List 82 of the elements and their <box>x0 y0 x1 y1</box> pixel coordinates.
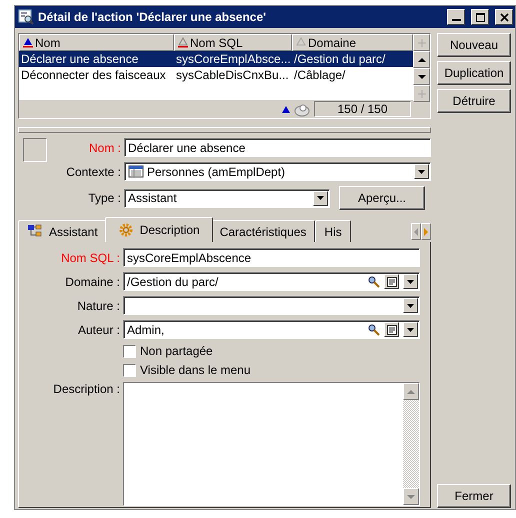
combo-field[interactable] <box>123 296 420 315</box>
caret-icon <box>317 196 324 200</box>
field-label: Contexte : <box>66 164 121 178</box>
tab[interactable]: Caractéristiques <box>210 220 316 242</box>
details-button[interactable] <box>384 274 399 289</box>
dropdown-button[interactable] <box>403 274 418 289</box>
checkbox[interactable] <box>123 364 136 376</box>
close-icon <box>500 12 508 22</box>
scroll-down-button[interactable] <box>413 68 430 85</box>
combo-field[interactable]: Assistant <box>124 188 330 208</box>
field-label: Domaine : <box>65 274 120 288</box>
tab[interactable]: Description <box>104 217 213 242</box>
search-icon <box>368 276 380 288</box>
details-button[interactable] <box>384 322 399 337</box>
field-label: Nom SQL : <box>61 250 120 264</box>
tab-left-button[interactable] <box>411 223 421 240</box>
record-count: 150 / 150 <box>314 101 411 117</box>
table-cell[interactable]: Déconnecter des faisceaux <box>19 67 174 83</box>
close-button[interactable]: Fermer <box>437 484 511 508</box>
field-label: Auteur : <box>78 322 120 336</box>
tab-right-icon <box>422 228 430 236</box>
caret-icon <box>407 304 414 308</box>
column-header[interactable]: Nom SQL <box>174 34 292 51</box>
table-cell[interactable]: sysCoreEmplAbsce... <box>174 51 292 67</box>
caret-icon <box>407 280 414 284</box>
form-icon <box>386 276 396 286</box>
dropdown-button[interactable] <box>403 322 418 337</box>
dropdown-button[interactable] <box>403 298 418 313</box>
scroll-down-icon <box>407 492 415 500</box>
action-button[interactable]: Duplication <box>437 61 511 85</box>
tab-right-button[interactable] <box>421 223 431 240</box>
scroll-up-icon <box>418 56 426 64</box>
add-row-icon <box>418 90 426 98</box>
minimize-button[interactable] <box>447 9 465 25</box>
preview-button[interactable]: Aperçu... <box>339 186 425 210</box>
diagram-icon <box>27 224 43 240</box>
action-button[interactable]: Détruire <box>437 89 511 113</box>
combo-field[interactable]: Admin, <box>123 320 420 339</box>
dropdown-button[interactable] <box>313 190 328 206</box>
field-label: Nature : <box>77 298 120 312</box>
column-header[interactable]: Nom <box>19 34 174 51</box>
close-button[interactable] <box>495 9 513 25</box>
scroll-up-icon <box>407 388 415 396</box>
gear-icon <box>118 222 134 238</box>
form-icon <box>386 324 396 334</box>
action-button[interactable]: Nouveau <box>437 33 511 57</box>
image-box <box>23 138 47 162</box>
table-cell[interactable]: sysCableDisCnxBu... <box>174 67 292 83</box>
field-label: Description : <box>53 382 120 396</box>
text-field[interactable]: Déclarer une absence <box>124 138 431 157</box>
caret-icon <box>418 170 425 174</box>
maximize-icon <box>476 12 484 22</box>
checkbox-label: Visible dans le menu <box>140 363 251 377</box>
table-cell[interactable]: /Câblage/ <box>292 67 413 83</box>
dropdown-button[interactable] <box>414 164 429 179</box>
magnifier-icon <box>18 9 34 25</box>
search-icon <box>368 324 380 336</box>
checkbox-label: Non partagée <box>140 344 213 358</box>
refresh-icon <box>294 102 310 116</box>
add-column-button[interactable] <box>413 34 430 51</box>
maximize-button[interactable] <box>471 9 489 25</box>
tab[interactable]: His <box>315 220 351 242</box>
add-column-icon <box>418 38 426 46</box>
scroll-down-icon <box>418 72 426 80</box>
checkbox[interactable] <box>123 344 136 358</box>
table-icon <box>128 164 144 179</box>
add-row-button[interactable] <box>413 85 430 102</box>
combo-field[interactable]: Personnes (amEmplDept) <box>124 162 431 181</box>
table-cell[interactable]: /Gestion du parc/ <box>292 51 413 67</box>
tab-left-icon <box>412 228 420 236</box>
table-cell[interactable]: Déclarer une absence <box>19 51 174 67</box>
minimize-icon <box>452 19 460 21</box>
tab[interactable]: Assistant <box>18 220 107 242</box>
combo-field[interactable]: /Gestion du parc/ <box>123 272 420 291</box>
triangle-icon <box>282 106 290 112</box>
caret-icon <box>407 328 414 332</box>
window-title: Détail de l'action 'Déclarer une absence' <box>38 10 267 24</box>
field-label: Nom : <box>88 140 121 154</box>
text-field[interactable]: sysCoreEmplAbscence <box>123 248 420 267</box>
field-label: Type : <box>88 191 121 205</box>
scroll-up-button[interactable] <box>413 51 430 68</box>
column-header[interactable]: Domaine <box>292 34 413 51</box>
